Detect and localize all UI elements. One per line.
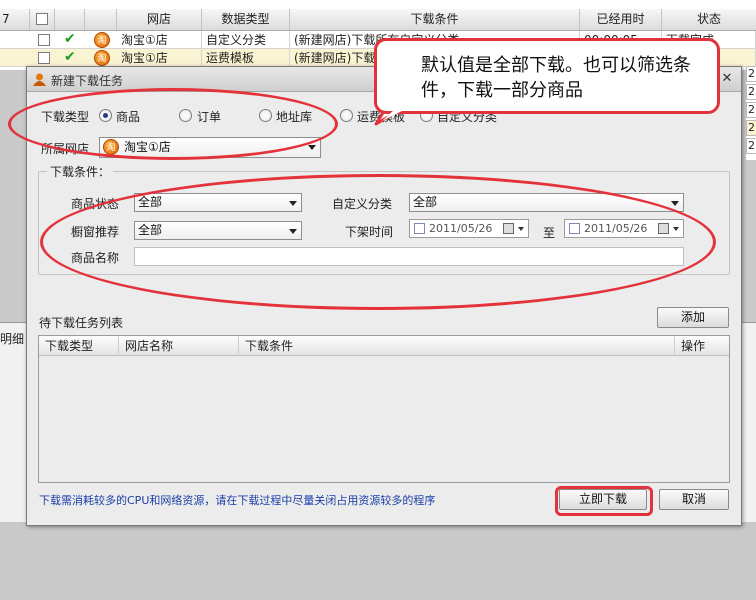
radio-type-freight[interactable]: [340, 109, 353, 122]
grid-header-status-col: [55, 9, 85, 30]
grid-header-status[interactable]: 状态: [662, 9, 756, 30]
annotation-callout: 默认值是全部下载。也可以筛选条件，下载一部分商品: [374, 38, 720, 114]
row-checkbox[interactable]: [38, 34, 50, 46]
task-col-action[interactable]: 操作: [675, 336, 731, 356]
grid-header: 7 网店 数据类型 下载条件 已经用时 状态: [0, 9, 756, 31]
row-type: 自定义分类: [202, 31, 290, 49]
row-shop: 淘宝①店: [117, 31, 202, 49]
select-all-checkbox[interactable]: [36, 13, 48, 25]
right-strip-cell: 2: [746, 102, 756, 118]
dialog-title: 新建下载任务: [51, 74, 124, 88]
task-list[interactable]: 下载类型 网店名称 下载条件 操作: [38, 335, 730, 483]
check-icon: ✔: [64, 31, 76, 47]
add-button[interactable]: 添加: [657, 307, 729, 328]
details-panel-right: [740, 322, 756, 522]
task-col-type[interactable]: 下载类型: [39, 336, 119, 356]
annotation-box-download: [555, 486, 653, 516]
task-list-title: 待下载任务列表: [39, 316, 124, 330]
task-col-condition[interactable]: 下载条件: [239, 336, 675, 356]
shop-icon: 淘: [94, 32, 110, 48]
grid-header-icon-col: [85, 9, 117, 30]
task-list-header: 下载类型 网店名称 下载条件 操作: [39, 336, 729, 356]
cancel-button[interactable]: 取消: [659, 489, 729, 510]
right-strip-cell: 2: [746, 138, 756, 154]
task-col-shop[interactable]: 网店名称: [119, 336, 239, 356]
right-strip-cell: 2: [746, 66, 756, 82]
callout-text: 默认值是全部下载。也可以筛选条件，下载一部分商品: [421, 55, 691, 101]
app-icon: [33, 73, 46, 86]
row-checkbox[interactable]: [38, 52, 50, 64]
chevron-down-icon: [671, 201, 679, 206]
grid-header-shop[interactable]: 网店: [117, 9, 202, 30]
shop-icon: 淘: [94, 50, 110, 66]
grid-header-elapsed[interactable]: 已经用时: [580, 9, 662, 30]
resource-tip: 下载需消耗较多的CPU和网络资源，请在下载过程中尽量关闭占用资源较多的程序: [39, 494, 436, 507]
row-shop: 淘宝①店: [117, 49, 202, 67]
conditions-group-title: 下载条件：: [47, 163, 114, 180]
right-strip-cell: 2: [746, 120, 756, 136]
details-label: 明细: [0, 332, 25, 346]
grid-header-rownum: 7: [0, 9, 30, 30]
right-strip-cell: 2: [746, 84, 756, 100]
grid-header-type[interactable]: 数据类型: [202, 9, 290, 30]
grid-header-condition[interactable]: 下载条件: [290, 9, 580, 30]
grid-header-checkbox-col[interactable]: [30, 9, 55, 30]
annotation-ellipse-type: [8, 88, 338, 160]
chevron-down-icon: [308, 145, 316, 150]
annotation-ellipse-conditions: [40, 174, 716, 310]
check-icon: ✔: [64, 49, 76, 65]
row-type: 运费模板: [202, 49, 290, 67]
close-icon[interactable]: ✕: [719, 71, 735, 87]
details-panel: [0, 322, 26, 522]
